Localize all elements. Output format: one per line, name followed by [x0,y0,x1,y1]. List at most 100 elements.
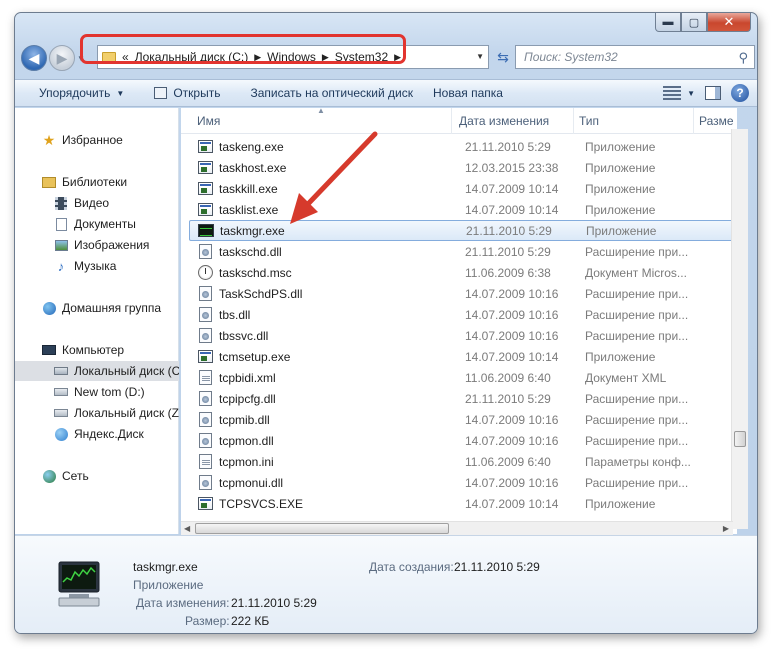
column-header-date[interactable]: Дата изменения [459,114,549,128]
file-type: Документ XML [585,370,667,385]
file-name-cell[interactable]: tcmsetup.exe [197,349,290,364]
file-name-cell[interactable]: taskeng.exe [197,139,284,154]
maximize-button[interactable]: ▢ [681,13,707,32]
file-list: ▲ Имя Дата изменения Тип Разме taskeng.e… [181,108,737,534]
nav-item-computer[interactable]: Компьютер [15,340,179,360]
file-name-cell[interactable]: taskmgr.exe [198,223,285,238]
file-name-cell[interactable]: tasklist.exe [197,202,278,217]
nav-item-new-tom-d[interactable]: New tom (D:) [15,382,179,402]
nav-item-label: Видео [74,196,110,210]
help-icon[interactable]: ? [731,84,749,102]
file-row[interactable]: tcmsetup.exe 14.07.2009 10:14 Приложение [189,346,737,367]
back-button[interactable]: ◀ [21,45,47,71]
minimize-button[interactable]: ▬ [655,13,681,32]
file-name-cell[interactable]: tcpmib.dll [197,412,270,427]
file-name-cell[interactable]: taskkill.exe [197,181,278,196]
nav-item-video[interactable]: Видео [15,193,179,213]
file-row[interactable]: taskeng.exe 21.11.2010 5:29 Приложение [189,136,737,157]
file-row[interactable]: tcpmonui.dll 14.07.2009 10:16 Расширение п… [189,472,737,493]
column-divider[interactable] [451,108,452,134]
open-label: Открыть [173,86,221,100]
column-divider[interactable] [573,108,574,134]
file-name-cell[interactable]: TaskSchdPS.dll [197,286,302,301]
nav-item-yandex-disk[interactable]: Яндекс.Диск [15,424,179,444]
file-name-cell[interactable]: taskschd.msc [197,265,292,280]
file-name: tcpmonui.dll [219,475,284,490]
file-name-cell[interactable]: taskhost.exe [197,160,286,175]
file-row[interactable]: taskschd.msc 11.06.2009 6:38 Документ Micr… [189,262,737,283]
nav-item-libraries[interactable]: Библиотеки [15,172,179,192]
file-name-cell[interactable]: tcpmon.dll [197,433,274,448]
refresh-button[interactable]: ⇆ [493,45,513,69]
file-row[interactable]: taskmgr.exe21.11.2010 5:29Приложение2 [189,220,737,241]
file-name-cell[interactable]: taskschd.dll [197,244,282,259]
nav-item-favorites[interactable]: ★ Избранное [15,130,179,150]
file-row-partial[interactable] [189,514,737,520]
file-name-cell[interactable]: TCPSVCS.EXE [197,496,303,511]
forward-button[interactable]: ▶ [49,45,75,71]
file-name-cell[interactable]: tcpbidi.xml [197,370,276,385]
nav-item-homegroup[interactable]: Домашняя группа [15,298,179,318]
column-header-name[interactable]: Имя [197,114,220,128]
file-row[interactable]: tbssvc.dll 14.07.2009 10:16 Расширение при… [189,325,737,346]
nav-item-network[interactable]: Сеть [15,466,179,486]
nav-item-local-disk-z[interactable]: Локальный диск (Z [15,403,179,423]
search-icon[interactable]: ⚲ [738,50,748,66]
column-header-size[interactable]: Разме [699,114,734,128]
file-row[interactable]: taskschd.dll 21.11.2010 5:29 Расширение пр… [189,241,737,262]
file-date: 21.11.2010 5:29 [465,139,551,154]
file-row[interactable]: tasklist.exe 14.07.2009 10:14 Приложение [189,199,737,220]
dll-icon [197,433,213,448]
burn-label: Записать на оптический диск [250,86,413,100]
open-button[interactable]: Открыть [134,80,230,106]
file-name-cell[interactable]: tbssvc.dll [197,328,268,343]
vertical-scrollbar-thumb[interactable] [734,431,746,447]
file-row[interactable]: taskkill.exe 14.07.2009 10:14 Приложение [189,178,737,199]
file-name: taskmgr.exe [220,223,285,238]
file-name-cell[interactable]: tbs.dll [197,307,250,322]
task-manager-large-icon [58,561,100,607]
nav-item-music[interactable]: ♪ Музыка [15,256,179,276]
horizontal-scrollbar-thumb[interactable] [195,523,449,534]
nav-item-label: Компьютер [62,343,125,357]
dll-icon [197,412,213,427]
file-row[interactable]: taskhost.exe 12.03.2015 23:38 Приложение [189,157,737,178]
change-view-button[interactable]: ▼ [663,86,695,100]
details-modified-value: 21.11.2010 5:29 [231,596,317,610]
file-name-cell[interactable]: tcpmonui.dll [197,475,283,490]
close-button[interactable]: ✕ [707,13,751,32]
file-name-cell[interactable]: tcpipcfg.dll [197,391,276,406]
column-divider[interactable] [693,108,694,134]
file-row[interactable]: tcpmon.ini 11.06.2009 6:40 Параметры конф.… [189,451,737,472]
file-row[interactable]: TCPSVCS.EXE 14.07.2009 10:14 Приложение [189,493,737,514]
back-arrow-icon: ◀ [28,49,40,66]
address-dropdown-icon[interactable]: ▼ [476,52,484,61]
scroll-right-icon[interactable]: ▶ [723,524,729,533]
file-row[interactable]: TaskSchdPS.dll 14.07.2009 10:16 Расширение… [189,283,737,304]
new-folder-button[interactable]: Новая папка [423,80,513,106]
nav-item-documents[interactable]: Документы [15,214,179,234]
column-header-type[interactable]: Тип [579,114,599,128]
scroll-left-icon[interactable]: ◀ [184,524,190,533]
organize-button[interactable]: Упорядочить ▼ [15,80,134,106]
file-row[interactable]: tbs.dll 14.07.2009 10:16 Расширение при... [189,304,737,325]
nav-item-pictures[interactable]: Изображения [15,235,179,255]
file-row[interactable]: tcpbidi.xml 11.06.2009 6:40 Документ XML [189,367,737,388]
nav-item-local-disk-c[interactable]: Локальный диск (C [15,361,179,381]
details-modified-label: Дата изменения: [136,596,230,610]
file-row[interactable]: tcpipcfg.dll 21.11.2010 5:29 Расширение пр… [189,388,737,409]
file-type: Расширение при... [585,307,689,322]
file-name: TaskSchdPS.dll [219,286,303,301]
file-type: Расширение при... [585,475,689,490]
search-input[interactable]: Поиск: System32 ⚲ [515,45,755,69]
nav-item-label: Документы [74,217,136,231]
preview-pane-icon[interactable] [705,86,721,100]
vertical-scrollbar[interactable] [731,129,748,529]
burn-button[interactable]: Записать на оптический диск [230,80,423,106]
file-row[interactable]: tcpmib.dll 14.07.2009 10:16 Расширение при… [189,409,737,430]
details-size-label: Размер: [185,614,230,628]
file-name: taskhost.exe [219,160,287,175]
file-row[interactable]: tcpmon.dll 14.07.2009 10:16 Расширение при… [189,430,737,451]
horizontal-scrollbar[interactable]: ◀ ▶ [181,521,733,535]
file-name-cell[interactable]: tcpmon.ini [197,454,274,469]
